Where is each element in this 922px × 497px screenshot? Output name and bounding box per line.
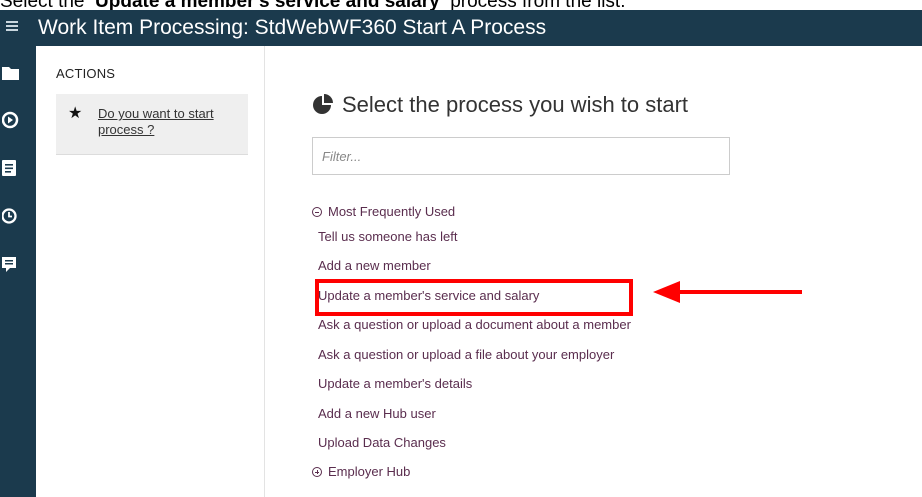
play-circle-icon[interactable] xyxy=(0,108,24,132)
arrow-left-icon xyxy=(653,281,802,303)
start-process-link[interactable]: Do you want to start process ? xyxy=(98,106,238,138)
pie-chart-icon xyxy=(313,94,333,114)
caption-prefix: Select the xyxy=(0,0,90,10)
actions-heading: ACTIONS xyxy=(56,66,116,81)
group-employer-hub[interactable]: Employer Hub xyxy=(312,463,410,481)
caption-bold-text: ‘Update a member's service and salary’ xyxy=(90,0,445,10)
app-title: Work Item Processing: StdWebWF360 Start … xyxy=(38,16,547,39)
highlight-box xyxy=(315,279,633,316)
clock-icon[interactable] xyxy=(0,204,24,228)
group-most-frequently-used[interactable]: Most Frequently Used xyxy=(312,203,455,221)
star-icon: ★ xyxy=(68,105,83,122)
document-caption: Select the ‘Update a member's service an… xyxy=(0,0,922,10)
process-item[interactable]: Upload Data Changes xyxy=(318,434,446,452)
action-item-start-process[interactable]: ★ Do you want to start process ? xyxy=(56,94,248,155)
expand-icon xyxy=(312,467,322,477)
group-label: Employer Hub xyxy=(328,464,411,479)
document-icon[interactable] xyxy=(0,156,24,180)
process-item[interactable]: Tell us someone has left xyxy=(318,228,457,246)
process-item[interactable]: Ask a question or upload a file about yo… xyxy=(318,346,614,364)
page-heading-text: Select the process you wish to start xyxy=(342,92,689,117)
page-heading: Select the process you wish to start xyxy=(312,90,688,120)
group-label: Most Frequently Used xyxy=(328,204,456,219)
left-icon-nav xyxy=(0,46,36,497)
caption-suffix: process from the list: xyxy=(445,0,625,10)
hamburger-icon[interactable] xyxy=(6,17,22,39)
process-item[interactable]: Add a new Hub user xyxy=(318,405,436,423)
process-item[interactable]: Ask a question or upload a document abou… xyxy=(318,316,631,334)
app-title-bar: Work Item Processing: StdWebWF360 Start … xyxy=(0,10,922,46)
folder-icon[interactable] xyxy=(0,60,24,84)
collapse-icon xyxy=(312,207,322,217)
comment-icon[interactable] xyxy=(0,252,24,276)
actions-panel: ACTIONS ★ Do you want to start process ? xyxy=(36,46,265,497)
process-item[interactable]: Update a member's details xyxy=(318,375,472,393)
process-item[interactable]: Add a new member xyxy=(318,257,431,275)
filter-input[interactable] xyxy=(312,137,730,175)
